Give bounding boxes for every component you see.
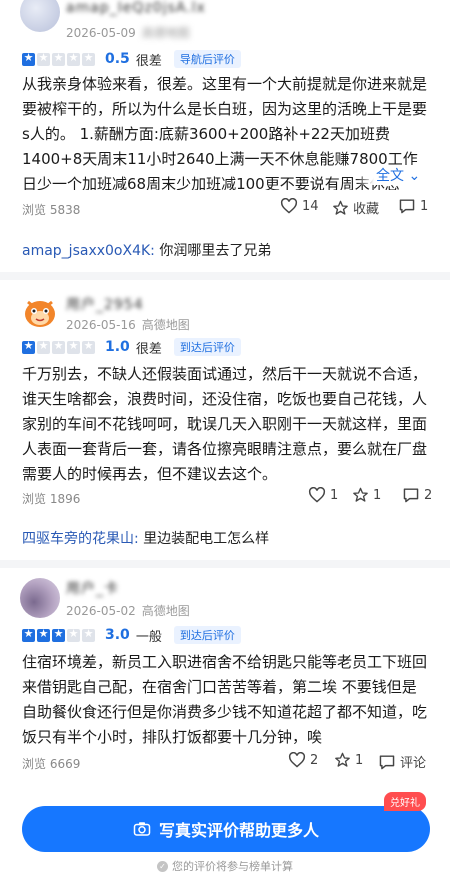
star-rating: [22, 51, 95, 66]
stats-row: 浏览 1896 1 1 2: [22, 487, 432, 509]
score: 3.0: [105, 627, 130, 643]
rating-row: 0.5 很差 导航后评价: [22, 50, 241, 69]
score-level: 一般: [135, 629, 162, 645]
reply-text: 里边装配电工怎么样: [143, 531, 270, 547]
view-count: 浏览 6669: [22, 757, 81, 771]
write-review-button[interactable]: 写真实评价帮助更多人: [22, 806, 430, 852]
review-date: 2026-05-16 高德地图: [66, 318, 190, 332]
star-icon: [37, 339, 50, 354]
write-review-label: 写真实评价帮助更多人: [158, 821, 319, 840]
avatar[interactable]: [20, 0, 60, 32]
expand-full-text-link[interactable]: 全文 ⌄: [356, 165, 421, 185]
star-outline-icon: [333, 200, 348, 215]
review-type-tag: 导航后评价: [173, 50, 241, 68]
comment-icon: [379, 754, 395, 769]
like-button[interactable]: 14: [280, 198, 319, 214]
score: 0.5: [105, 51, 130, 67]
star-icon: [52, 339, 65, 354]
avatar[interactable]: [20, 578, 60, 618]
star-icon: [22, 339, 35, 354]
review-date: 2026-05-02 高德地图: [66, 604, 190, 618]
star-outline-icon: [353, 487, 368, 502]
reply-item[interactable]: 四驱车旁的花果山: 里边装配电工怎么样: [22, 528, 269, 548]
username[interactable]: 用户_卡: [66, 578, 119, 598]
reward-badge[interactable]: 兑好礼: [384, 792, 426, 811]
star-icon: [82, 51, 95, 66]
star-icon: [37, 627, 50, 642]
collect-button[interactable]: 收藏: [332, 198, 379, 217]
star-icon: [22, 627, 35, 642]
divider: [0, 272, 450, 280]
comment-button[interactable]: 评论: [378, 752, 426, 771]
view-count: 浏览 1896: [22, 492, 81, 506]
camera-icon: [133, 822, 151, 836]
cartoon-avatar-icon: [25, 300, 55, 327]
star-outline-icon: [335, 752, 350, 767]
star-icon: [67, 51, 80, 66]
star-icon: [22, 51, 35, 66]
star-icon: [37, 51, 50, 66]
like-button[interactable]: 1: [308, 487, 338, 503]
star-icon: [82, 627, 95, 642]
comment-icon: [403, 488, 419, 503]
score-level: 很差: [135, 341, 162, 357]
heart-icon: [288, 752, 306, 768]
review-text[interactable]: 千万别去，不缺人还假装面试通过，然后干一天就说不合适，谁天生啥都会，浪费时间，还…: [22, 362, 430, 487]
divider: [0, 560, 450, 568]
stats-row: 浏览 6669 2 1 评论: [22, 752, 430, 774]
reply-author[interactable]: amap_jsaxx0oX4K:: [22, 243, 155, 259]
star-rating: [22, 339, 95, 354]
star-icon: [82, 339, 95, 354]
bottom-cta-bar: 写真实评价帮助更多人 兑好礼 ✓ 您的评价将参与榜单计算: [0, 790, 450, 886]
rating-row: 3.0 一般 到达后评价: [22, 626, 241, 645]
rating-row: 1.0 很差 到达后评价: [22, 338, 241, 357]
reply-text: 你润哪里去了兄弟: [159, 243, 272, 259]
like-button[interactable]: 2: [288, 752, 318, 768]
reply-item[interactable]: amap_jsaxx0oX4K: 你润哪里去了兄弟: [22, 240, 271, 260]
star-rating: [22, 627, 95, 642]
star-icon: [52, 627, 65, 642]
star-icon: [67, 339, 80, 354]
heart-icon: [280, 198, 298, 214]
username[interactable]: 用户_2954: [66, 294, 144, 314]
score: 1.0: [105, 339, 130, 355]
star-icon: [52, 51, 65, 66]
check-icon: ✓: [157, 860, 168, 872]
review-text[interactable]: 住宿环境差，新员工入职进宿舍不给钥匙只能等老员工下班回来借钥匙自己配，在宿舍门口…: [22, 650, 430, 750]
comment-button[interactable]: 1: [398, 198, 428, 214]
chevron-down-icon: ⌄: [408, 168, 421, 184]
ranking-note: ✓ 您的评价将参与榜单计算: [0, 858, 450, 874]
review-type-tag: 到达后评价: [173, 338, 241, 356]
comment-button[interactable]: 2: [402, 487, 432, 503]
reply-author[interactable]: 四驱车旁的花果山:: [22, 531, 139, 547]
review-type-tag: 到达后评价: [173, 626, 241, 644]
heart-icon: [308, 487, 326, 503]
username[interactable]: amap_IeQz0jsA.lx: [66, 0, 206, 16]
collect-button[interactable]: 1: [334, 752, 363, 768]
star-icon: [67, 627, 80, 642]
review-date: 2026-05-09 高德地图: [66, 26, 190, 40]
avatar[interactable]: [20, 292, 60, 332]
view-count: 浏览 5838: [22, 203, 81, 217]
comment-icon: [399, 199, 415, 214]
stats-row: 浏览 5838 14 收藏 1: [22, 198, 430, 220]
score-level: 很差: [135, 53, 162, 69]
collect-button[interactable]: 1: [352, 487, 381, 503]
